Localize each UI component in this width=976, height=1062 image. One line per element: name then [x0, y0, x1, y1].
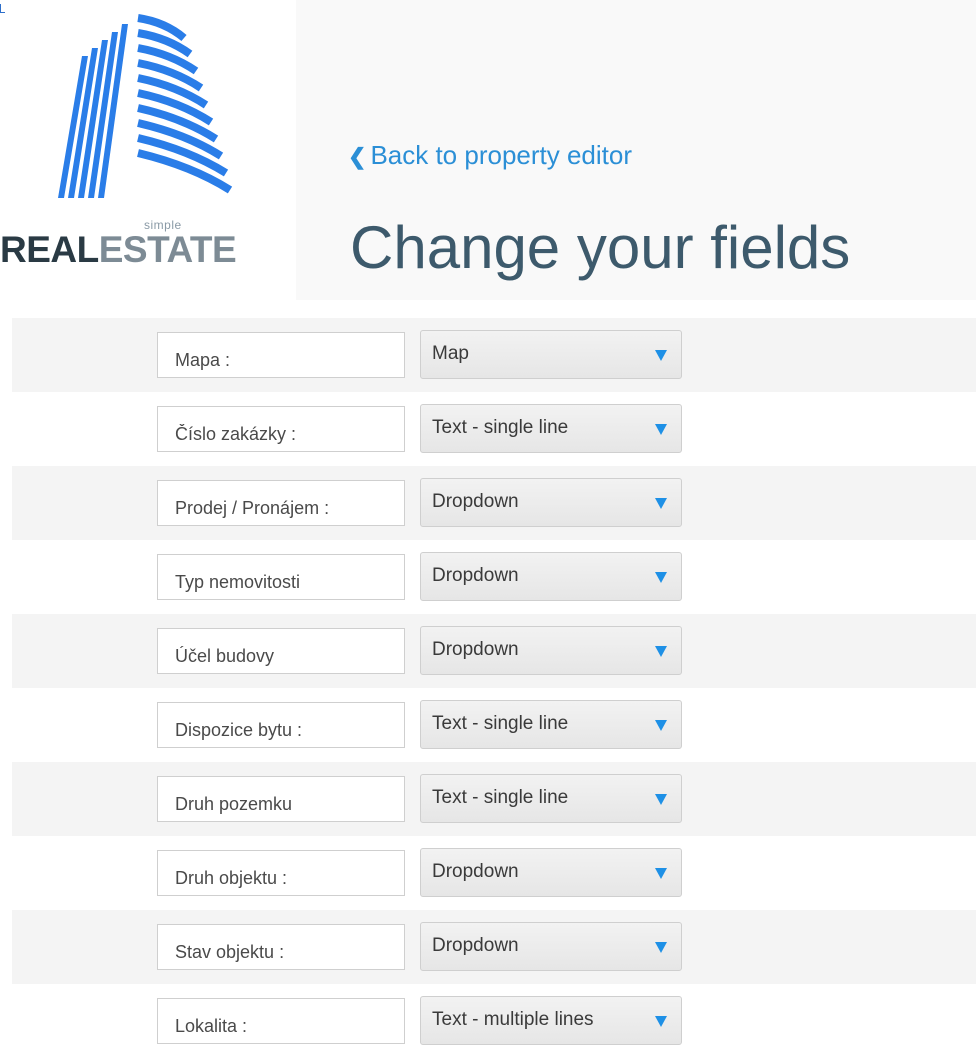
- field-type-select[interactable]: Text - single line: [420, 404, 682, 453]
- building-logo-icon: [58, 14, 233, 198]
- corner-mark: [0, 4, 5, 13]
- field-type-value: Text - single line: [432, 713, 569, 734]
- field-type-select[interactable]: Map: [420, 330, 682, 379]
- field-name-input[interactable]: [157, 702, 405, 748]
- logo[interactable]: simple REALESTATE: [0, 0, 296, 300]
- field-name-input[interactable]: [157, 554, 405, 600]
- field-type-value: Dropdown: [432, 861, 519, 882]
- field-name-input[interactable]: [157, 332, 405, 378]
- field-row: Text - single line: [0, 688, 976, 762]
- triangle-down-icon: [655, 794, 667, 805]
- field-type-select[interactable]: Text - multiple lines: [420, 996, 682, 1045]
- field-type-value: Dropdown: [432, 565, 519, 586]
- field-name-input[interactable]: [157, 776, 405, 822]
- back-link-label: Back to property editor: [370, 140, 633, 170]
- triangle-down-icon: [655, 646, 667, 657]
- triangle-down-icon: [655, 350, 667, 361]
- field-type-select[interactable]: Text - single line: [420, 700, 682, 749]
- triangle-down-icon: [655, 498, 667, 509]
- field-type-select[interactable]: Dropdown: [420, 848, 682, 897]
- field-type-value: Dropdown: [432, 639, 519, 660]
- field-type-select[interactable]: Dropdown: [420, 922, 682, 971]
- logo-word-estate: ESTATE: [98, 229, 237, 270]
- triangle-down-icon: [655, 1016, 667, 1027]
- field-type-value: Text - single line: [432, 787, 569, 808]
- field-type-select[interactable]: Text - single line: [420, 774, 682, 823]
- field-list: Map Text - single line Dropdown Dropdown…: [0, 318, 976, 1058]
- field-type-value: Text - single line: [432, 417, 569, 438]
- field-type-select[interactable]: Dropdown: [420, 552, 682, 601]
- field-row: Map: [12, 318, 976, 392]
- triangle-down-icon: [655, 720, 667, 731]
- page-title: Change your fields: [350, 214, 851, 281]
- field-name-input[interactable]: [157, 480, 405, 526]
- field-row: Dropdown: [12, 614, 976, 688]
- field-name-input[interactable]: [157, 998, 405, 1044]
- field-type-select[interactable]: Dropdown: [420, 626, 682, 675]
- triangle-down-icon: [655, 942, 667, 953]
- triangle-down-icon: [655, 572, 667, 583]
- page-header: simple REALESTATE ❮ Back to property edit…: [0, 0, 976, 300]
- field-name-input[interactable]: [157, 850, 405, 896]
- field-type-value: Dropdown: [432, 935, 519, 956]
- field-name-input[interactable]: [157, 628, 405, 674]
- field-type-value: Map: [432, 343, 469, 364]
- chevron-left-icon: ❮: [348, 144, 367, 169]
- field-row: Text - multiple lines: [0, 984, 976, 1058]
- field-type-select[interactable]: Dropdown: [420, 478, 682, 527]
- field-row: Dropdown: [12, 466, 976, 540]
- triangle-down-icon: [655, 424, 667, 435]
- field-row: Text - single line: [0, 392, 976, 466]
- field-name-input[interactable]: [157, 406, 405, 452]
- field-row: Dropdown: [12, 910, 976, 984]
- triangle-down-icon: [655, 868, 667, 879]
- field-row: Dropdown: [0, 540, 976, 614]
- logo-word-real: REAL: [0, 229, 99, 270]
- back-to-editor-link[interactable]: ❮ Back to property editor: [348, 140, 632, 171]
- logo-wordmark: REALESTATE: [0, 228, 237, 272]
- field-row: Dropdown: [0, 836, 976, 910]
- field-row: Text - single line: [12, 762, 976, 836]
- field-name-input[interactable]: [157, 924, 405, 970]
- field-type-value: Dropdown: [432, 491, 519, 512]
- field-type-value: Text - multiple lines: [432, 1009, 594, 1030]
